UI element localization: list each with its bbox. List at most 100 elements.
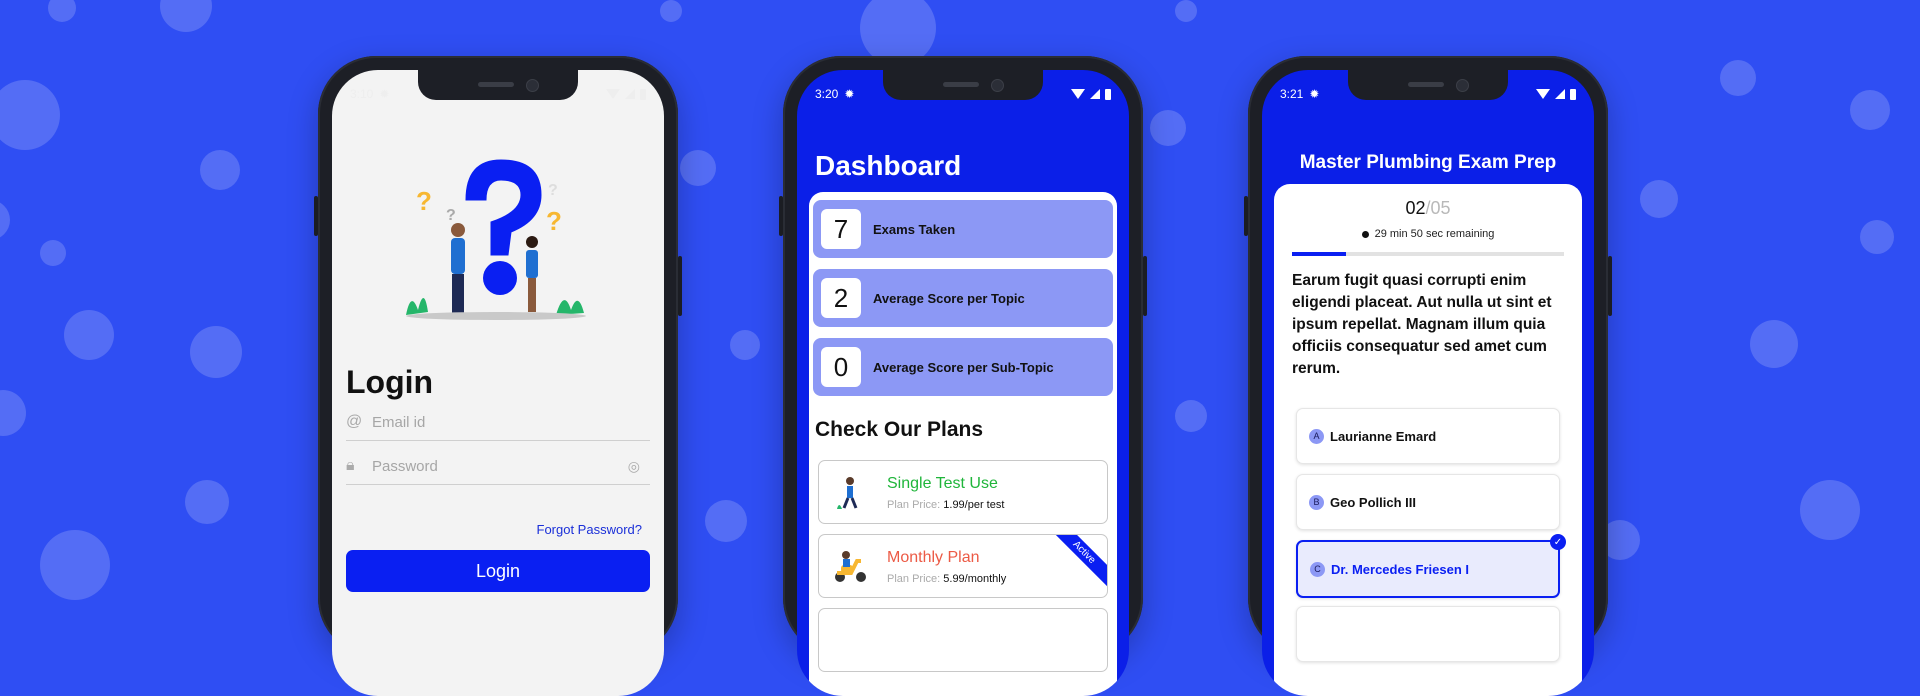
question-text: Earum fugit quasi corrupti enim eligendi… [1292, 272, 1552, 377]
at-icon: @ [346, 413, 363, 430]
check-icon: ✓ [1550, 534, 1566, 550]
settings-icon: ✹ [1309, 87, 1320, 101]
background-dot [1860, 220, 1894, 254]
dashboard-card: 7 Exams Taken 2 Average Score per Topic … [809, 192, 1117, 696]
exam-screen: 3:21 ✹ Master Plumbing Exam Prep 02/05 29… [1262, 70, 1594, 696]
plan-name: Monthly Plan [887, 549, 980, 566]
option-letter: C [1310, 561, 1325, 577]
background-dot [0, 390, 26, 436]
phone-side-button [314, 196, 318, 236]
status-bar: 3:21 ✹ [1280, 86, 1576, 102]
clock-icon [1361, 230, 1369, 238]
option-letter: A [1309, 428, 1324, 444]
email-input[interactable] [366, 412, 650, 432]
forgot-password-link[interactable]: Forgot Password? [537, 522, 643, 537]
option-text: Geo Pollich III [1330, 494, 1416, 510]
stat-label: Average Score per Topic [873, 290, 1025, 306]
wifi-icon [606, 89, 620, 99]
dashboard-title: Dashboard [815, 150, 962, 181]
answer-option-b[interactable]: B Geo Pollich III [1296, 474, 1560, 530]
timer: 29 min 50 sec remaining [1274, 228, 1582, 240]
background-dot [160, 0, 212, 32]
answer-option[interactable] [1296, 606, 1560, 662]
background-dot [1750, 320, 1798, 368]
stat-card[interactable]: 2 Average Score per Topic [813, 269, 1113, 327]
plan-name: Single Test Use [887, 475, 998, 492]
background-dot [730, 330, 760, 360]
stat-card[interactable]: 7 Exams Taken [813, 200, 1113, 258]
background-dot [40, 240, 66, 266]
plan-card[interactable] [818, 608, 1108, 672]
walking-person-icon [837, 477, 858, 509]
dashboard-screen: 3:20 ✹ Dashboard 7 Exams Taken 2 Average … [797, 70, 1129, 696]
plans-title: Check Our Plans [815, 418, 984, 441]
total-questions: /05 [1425, 198, 1451, 218]
status-bar: 3:10 ✹ [350, 86, 646, 102]
background-dot [1850, 90, 1890, 130]
progress-bar [1292, 252, 1564, 256]
plan-price-key: Plan Price: [887, 573, 941, 585]
status-time: 3:20 [815, 87, 839, 101]
phone-side-button [1143, 256, 1147, 316]
phone-exam: 3:21 ✹ Master Plumbing Exam Prep 02/05 29… [1244, 56, 1612, 696]
stat-label: Exams Taken [873, 221, 956, 237]
login-button[interactable]: Login [346, 550, 650, 592]
lock-icon: 🔒︎ [346, 457, 355, 474]
question-illustration: ? ? ? ? [406, 159, 586, 320]
battery-icon [640, 88, 646, 100]
status-time: 3:21 [1280, 87, 1304, 101]
exam-card: 02/05 29 min 50 sec remaining Earum fugi… [1274, 184, 1582, 696]
plan-price-value: 1.99/per test [943, 499, 1005, 511]
login-screen: 3:10 ✹ ? ? ? ? Login @ 🔒︎ [332, 70, 664, 696]
plan-price: Plan Price: 1.99/per test [887, 499, 1004, 511]
password-input[interactable] [366, 456, 628, 476]
eye-off-icon[interactable]: ◎ [628, 458, 640, 475]
svg-text:?: ? [416, 186, 432, 216]
background-dot [1150, 110, 1186, 146]
svg-text:?: ? [446, 207, 456, 224]
background-dot [660, 0, 682, 22]
option-text: Laurianne Emard [1330, 428, 1437, 444]
scooter-icon [835, 551, 866, 582]
settings-icon: ✹ [379, 87, 390, 101]
stat-value: 7 [821, 209, 861, 249]
background-dot [1800, 480, 1860, 540]
status-time: 3:10 [350, 87, 374, 101]
signal-icon [1555, 89, 1565, 99]
phone-side-button [779, 196, 783, 236]
signal-icon [625, 89, 635, 99]
background-dot [680, 150, 716, 186]
svg-text:?: ? [548, 182, 558, 199]
plan-card-single[interactable]: Single Test Use Plan Price: 1.99/per tes… [818, 460, 1108, 524]
background-dot [0, 200, 10, 240]
phone-dashboard: 3:20 ✹ Dashboard 7 Exams Taken 2 Average … [779, 56, 1147, 696]
wifi-icon [1536, 89, 1550, 99]
stat-value: 0 [821, 347, 861, 387]
background-dot [64, 310, 114, 360]
plan-price: Plan Price: 5.99/monthly [887, 573, 1006, 585]
svg-text:?: ? [546, 206, 562, 236]
phone-side-button [1608, 256, 1612, 316]
signal-icon [1090, 89, 1100, 99]
background-dot [1640, 180, 1678, 218]
background-dot [1175, 400, 1207, 432]
status-bar: 3:20 ✹ [815, 86, 1111, 102]
answer-option-a[interactable]: A Laurianne Emard [1296, 408, 1560, 464]
stat-card[interactable]: 0 Average Score per Sub-Topic [813, 338, 1113, 396]
current-question: 02 [1405, 198, 1426, 218]
phone-side-button [678, 256, 682, 316]
background-dot [200, 150, 240, 190]
stat-label: Average Score per Sub-Topic [873, 359, 1054, 375]
plan-price-key: Plan Price: [887, 499, 941, 511]
answer-option-c[interactable]: C Dr. Mercedes Friesen I ✓ [1296, 534, 1566, 598]
plan-card-monthly[interactable]: Monthly Plan Plan Price: 5.99/monthly Ac… [818, 534, 1108, 598]
wifi-icon [1071, 89, 1085, 99]
background-dot [40, 530, 110, 600]
question-counter: 02/05 [1274, 198, 1582, 219]
background-dot [48, 0, 76, 22]
background-dot [1175, 0, 1197, 22]
battery-icon [1105, 88, 1111, 100]
timer-text: 29 min 50 sec remaining [1374, 228, 1495, 240]
email-field: @ [346, 404, 650, 441]
phone-login: 3:10 ✹ ? ? ? ? Login @ 🔒︎ [314, 56, 682, 696]
